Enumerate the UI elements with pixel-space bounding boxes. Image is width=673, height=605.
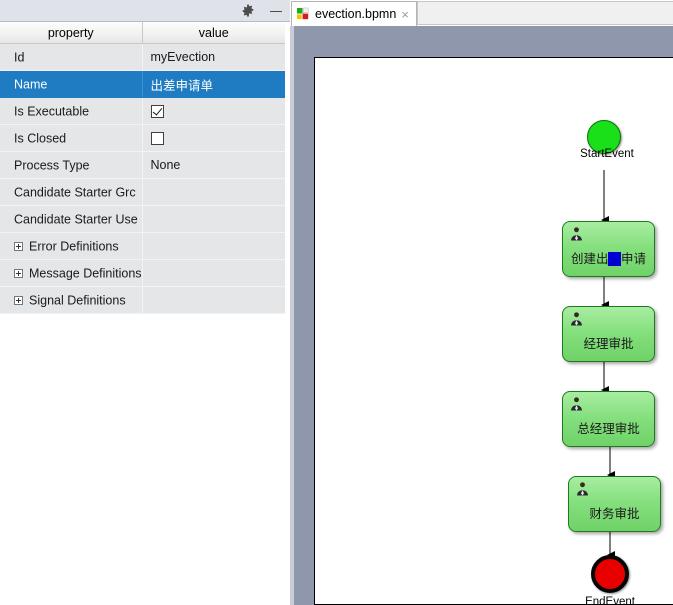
property-value-cell[interactable]: myEvection xyxy=(142,43,286,71)
table-row[interactable]: Message Definitions xyxy=(0,259,286,287)
property-name-cell[interactable]: Is Executable xyxy=(0,97,143,125)
editor-area: evection.bpmn × StartEvent 创建出差申请 经理审批 总… xyxy=(290,0,673,605)
canvas-left-gutter xyxy=(290,26,294,605)
task-label-4: 财务审批 xyxy=(589,507,640,521)
property-name-label: Candidate Starter Use xyxy=(14,212,138,227)
property-name-cell[interactable]: Name xyxy=(0,70,143,98)
property-name-label: Candidate Starter Grc xyxy=(14,185,136,200)
property-value-cell[interactable] xyxy=(142,124,286,152)
column-header-value[interactable]: value xyxy=(142,22,285,44)
property-name-cell[interactable]: Process Type xyxy=(0,151,143,179)
table-row[interactable]: Candidate Starter Use xyxy=(0,205,286,233)
task-shape-2[interactable]: 经理审批 xyxy=(562,306,655,362)
property-value-label: 出差申请单 xyxy=(150,78,214,93)
diagram-canvas[interactable]: StartEvent 创建出差申请 经理审批 总经理审批 财务审批 EndEve… xyxy=(290,26,673,605)
application-window: property value Id myEvection Name 出差申请单 Is E… xyxy=(0,0,673,605)
property-name-label: Is Executable xyxy=(14,104,90,119)
property-name-cell[interactable]: Candidate Starter Grc xyxy=(0,178,143,206)
user-task-icon xyxy=(577,482,588,496)
task-label-2: 经理审批 xyxy=(583,337,634,351)
property-name-cell[interactable]: Is Closed xyxy=(0,124,143,152)
table-row[interactable]: Error Definitions xyxy=(0,232,286,260)
user-task-icon xyxy=(571,397,582,411)
expand-plus-icon[interactable] xyxy=(14,295,23,305)
properties-table-body: Id myEvection Name 出差申请单 Is Executable Is Clo… xyxy=(0,43,286,314)
task-shape-1[interactable]: 创建出差申请 xyxy=(562,221,655,277)
minimize-dash xyxy=(270,10,282,12)
end-event-shape[interactable] xyxy=(591,555,629,593)
checkbox-unchecked[interactable] xyxy=(150,132,164,146)
property-value-cell[interactable] xyxy=(142,259,286,287)
property-name-cell[interactable]: Error Definitions xyxy=(0,232,143,260)
checkbox-checked[interactable] xyxy=(150,105,164,119)
property-value-cell[interactable] xyxy=(142,97,286,125)
property-name-label: Process Type xyxy=(14,158,90,173)
table-row[interactable]: Signal Definitions xyxy=(0,286,286,314)
property-value-cell[interactable]: None xyxy=(142,151,286,179)
task-label-3: 总经理审批 xyxy=(577,422,640,436)
diagram-page[interactable]: StartEvent 创建出差申请 经理审批 总经理审批 财务审批 EndEve… xyxy=(314,57,673,605)
user-task-icon xyxy=(571,227,582,241)
properties-table-head: property value xyxy=(0,22,285,44)
tab-evection-bpmn[interactable]: evection.bpmn × xyxy=(291,1,417,26)
property-value-cell[interactable] xyxy=(142,205,286,233)
properties-table: property value Id myEvection Name 出差申请单 Is E… xyxy=(0,22,286,314)
tabbar-empty-space xyxy=(417,1,673,25)
property-value-cell[interactable] xyxy=(142,178,286,206)
editor-tabbar: evection.bpmn × xyxy=(290,0,673,26)
properties-panel-titlebar xyxy=(0,0,290,22)
expand-plus-icon[interactable] xyxy=(14,268,23,278)
properties-panel-toolbar xyxy=(240,0,284,22)
property-name-label: Id xyxy=(14,50,25,65)
properties-table-header-row: property value xyxy=(0,22,285,44)
user-task-icon xyxy=(571,312,582,326)
expand-plus-icon[interactable] xyxy=(14,241,23,251)
property-name-cell[interactable]: Signal Definitions xyxy=(0,286,143,314)
bpmn-file-icon xyxy=(296,7,309,19)
start-event-label: StartEvent xyxy=(580,148,634,160)
gear-icon[interactable] xyxy=(240,3,256,19)
properties-panel: property value Id myEvection Name 出差申请单 Is E… xyxy=(0,0,290,605)
table-row[interactable]: Is Executable xyxy=(0,97,286,125)
tab-label: evection.bpmn xyxy=(315,7,397,21)
property-name-cell[interactable]: Candidate Starter Use xyxy=(0,205,143,233)
property-value-label: myEvection xyxy=(150,50,216,64)
property-value-label: None xyxy=(150,158,181,172)
task-label-1-post: 申请 xyxy=(621,252,647,266)
minimize-icon[interactable] xyxy=(268,3,284,19)
property-name-label: Error Definitions xyxy=(29,239,119,254)
task-shape-3[interactable]: 总经理审批 xyxy=(562,391,655,447)
close-icon[interactable]: × xyxy=(401,8,409,21)
task-shape-4[interactable]: 财务审批 xyxy=(568,476,661,532)
property-value-cell[interactable]: 出差申请单 xyxy=(142,70,286,98)
end-event-label: EndEvent xyxy=(585,596,635,605)
task-label-1: 创建出差申请 xyxy=(563,248,654,267)
table-row[interactable]: Id myEvection xyxy=(0,43,286,71)
bpmn-shapes-layer: StartEvent 创建出差申请 经理审批 总经理审批 财务审批 EndEve… xyxy=(315,58,673,605)
property-value-cell[interactable] xyxy=(142,232,286,260)
task-label-1-selection: 差 xyxy=(608,252,621,266)
property-name-cell[interactable]: Id xyxy=(0,43,143,71)
property-value-cell[interactable] xyxy=(142,286,286,314)
table-row[interactable]: Is Closed xyxy=(0,124,286,152)
table-row[interactable]: Candidate Starter Grc xyxy=(0,178,286,206)
property-name-cell[interactable]: Message Definitions xyxy=(0,259,143,287)
property-name-label: Is Closed xyxy=(14,131,67,146)
property-name-label: Name xyxy=(14,77,48,92)
task-label-1-pre: 创建出 xyxy=(570,252,609,266)
column-header-property[interactable]: property xyxy=(0,22,143,44)
table-row[interactable]: Process Type None xyxy=(0,151,286,179)
property-name-label: Message Definitions xyxy=(29,266,142,281)
property-name-label: Signal Definitions xyxy=(29,293,126,308)
table-row[interactable]: Name 出差申请单 xyxy=(0,70,286,98)
